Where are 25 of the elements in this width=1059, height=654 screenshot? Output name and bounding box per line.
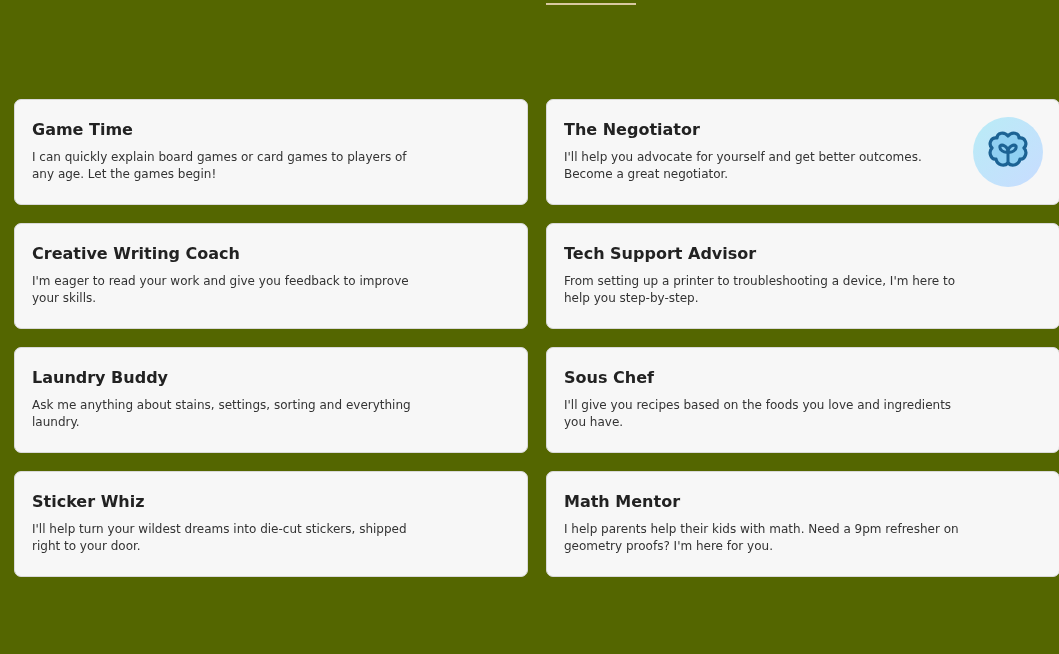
prompt-card[interactable]: Math Mentor I help parents help their kids with math. Need a 9pm refresher on geometry proofs? I'm here for you.	[546, 471, 1059, 577]
prompt-card[interactable]: The Negotiator I'll help you advocate for yourself and get better outcomes. Become a great negotiator.	[546, 99, 1059, 205]
prompt-card[interactable]: Creative Writing Coach I'm eager to read your work and give you feedback to improve your skills.	[14, 223, 528, 329]
card-description: I'll give you recipes based on the foods you love and ingredients you have.	[564, 397, 953, 431]
card-description: I'll help turn your wildest dreams into die-cut stickers, shipped right to your door.	[32, 521, 408, 555]
card-description: From setting up a printer to troubleshooting a device, I'm here to help you step-by-step.	[564, 273, 957, 307]
card-title: Creative Writing Coach	[32, 244, 241, 263]
prompt-card[interactable]: Game Time I can quickly explain board games or card games to players of any age. Let the games begin!	[14, 99, 528, 205]
card-title: Game Time	[32, 120, 134, 139]
card-title: Tech Support Advisor	[564, 244, 758, 263]
card-description: Ask me anything about stains, settings, sorting and everything laundry.	[32, 397, 412, 431]
prompt-card[interactable]: Laundry Buddy Ask me anything about stains, settings, sorting and everything laundry.	[14, 347, 528, 453]
prompt-card[interactable]: Tech Support Advisor From setting up a printer to troubleshooting a device, I'm here to help you step-by-step.	[546, 223, 1059, 329]
card-title: Math Mentor	[564, 492, 682, 511]
card-description: I'm eager to read your work and give you feedback to improve your skills.	[32, 273, 410, 307]
card-description: I'll help you advocate for yourself and get better outcomes. Become a great negotiator.	[564, 149, 923, 183]
card-title: The Negotiator	[564, 120, 701, 139]
card-title: Laundry Buddy	[32, 368, 170, 387]
card-description: I help parents help their kids with math. Need a 9pm refresher on geometry proofs? I'm here for you.	[564, 521, 960, 555]
card-title: Sous Chef	[564, 368, 655, 387]
card-description: I can quickly explain board games or card games to players of any age. Let the games begin!	[32, 149, 408, 183]
prompt-card[interactable]: Sticker Whiz I'll help turn your wildest dreams into die-cut stickers, shipped right to your door.	[14, 471, 528, 577]
card-title: Sticker Whiz	[32, 492, 146, 511]
prompt-card[interactable]: Sous Chef I'll give you recipes based on the foods you love and ingredients you have.	[546, 347, 1059, 453]
brain-sprout-icon	[972, 116, 1044, 188]
